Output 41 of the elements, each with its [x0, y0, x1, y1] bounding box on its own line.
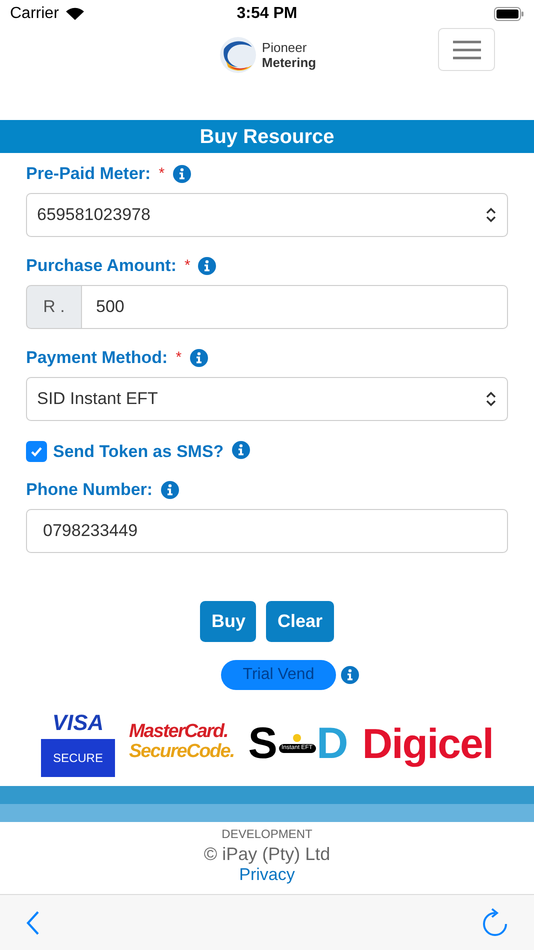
- globe-logo-icon: [218, 35, 258, 75]
- field-label: Purchase Amount:: [26, 255, 177, 278]
- field-label: Pre-Paid Meter:: [26, 163, 151, 186]
- checkbox[interactable]: [26, 441, 47, 462]
- field-label: Phone Number:: [26, 478, 153, 501]
- select-field[interactable]: 659581023978: [26, 193, 508, 237]
- info-icon[interactable]: [232, 440, 250, 459]
- action-button[interactable]: Buy: [200, 600, 256, 642]
- amount-input[interactable]: 500: [82, 285, 508, 329]
- info-icon[interactable]: [160, 480, 179, 498]
- reload-icon[interactable]: [482, 908, 508, 938]
- action-button[interactable]: Clear: [266, 600, 334, 642]
- info-icon[interactable]: [190, 349, 208, 367]
- digicel-logo: Digicel: [362, 719, 494, 769]
- mastercard-securecode-logo: MasterCard. SecureCode.: [128, 722, 234, 762]
- brand-name: Metering: [262, 55, 316, 70]
- select-field[interactable]: SID Instant EFT: [26, 377, 508, 421]
- required-mark: *: [158, 164, 165, 184]
- menu-button[interactable]: [438, 28, 495, 71]
- info-icon[interactable]: [172, 165, 191, 183]
- field-label: Payment Method:: [26, 347, 168, 370]
- copyright-text: © iPay (Pty) Ltd: [204, 842, 330, 864]
- required-mark: *: [176, 348, 182, 368]
- privacy-link[interactable]: Privacy: [239, 864, 295, 884]
- required-mark: *: [184, 256, 190, 276]
- checkbox-label: Send Token as SMS?: [53, 441, 224, 463]
- battery-icon: [494, 7, 524, 21]
- wifi-icon: [64, 7, 85, 21]
- phone-input[interactable]: 0798233449: [26, 508, 508, 552]
- info-icon[interactable]: [341, 666, 359, 684]
- environment-label: DEVELOPMENT: [222, 826, 312, 842]
- carrier-label: Carrier: [10, 4, 59, 24]
- info-icon[interactable]: [198, 257, 216, 275]
- menu-icon: [452, 40, 482, 60]
- chevron-icon: [485, 391, 497, 407]
- back-icon[interactable]: [26, 910, 40, 936]
- clock: 3:54 PM: [236, 4, 298, 24]
- page-title: Buy Resource: [0, 120, 534, 153]
- currency-prefix: R .: [26, 285, 82, 329]
- chevron-icon: [485, 207, 497, 223]
- brand-name: Pioneer: [262, 40, 308, 55]
